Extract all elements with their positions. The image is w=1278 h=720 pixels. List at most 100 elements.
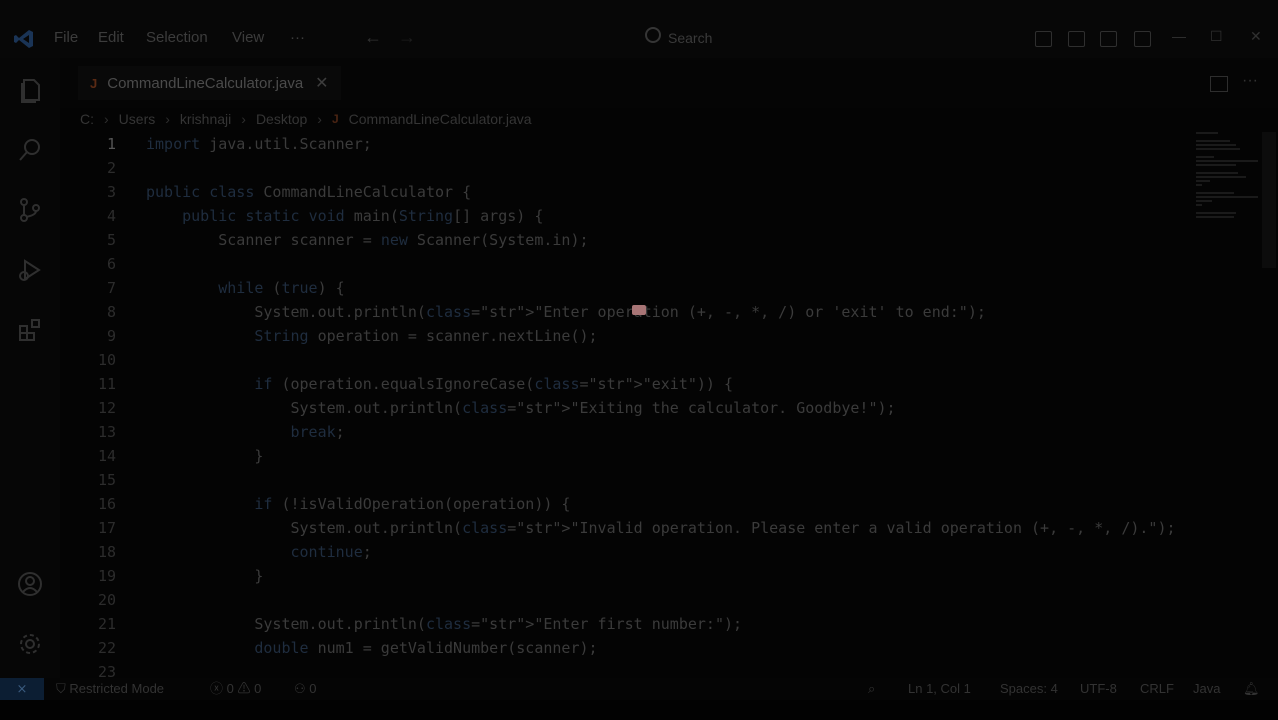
- account-icon[interactable]: [16, 570, 44, 598]
- menu-edit[interactable]: Edit: [98, 29, 124, 49]
- code-line[interactable]: 16 if (!isValidOperation(operation)) {: [60, 492, 1190, 516]
- code-text: System.out.println(class="str">"Enter op…: [146, 303, 986, 321]
- code-text: System.out.println(class="str">"Enter fi…: [146, 615, 743, 633]
- code-text: break;: [290, 423, 345, 441]
- maximize-icon[interactable]: ☐: [1210, 28, 1223, 45]
- code-line[interactable]: 12 System.out.println(class="str">"Exiti…: [60, 396, 1190, 420]
- code-line[interactable]: 4 public static void main(String[] args)…: [60, 204, 1190, 228]
- code-text: public static void main(String[] args) {: [182, 207, 544, 225]
- minimap-line: [1196, 212, 1236, 214]
- minimap-line: [1196, 180, 1210, 182]
- toggle-primary-sidebar-icon[interactable]: [1035, 31, 1052, 47]
- code-line[interactable]: 7 while (true) {: [60, 276, 1190, 300]
- minimap[interactable]: [1190, 132, 1260, 222]
- close-window-icon[interactable]: ✕: [1250, 28, 1262, 45]
- code-line[interactable]: 19 }: [60, 564, 1190, 588]
- breadcrumb-item[interactable]: Users: [119, 111, 156, 127]
- line-number: 10: [97, 351, 116, 369]
- ports-indicator[interactable]: ⚇ 0: [294, 681, 317, 697]
- code-line[interactable]: 11 if (operation.equalsIgnoreCase(class=…: [60, 372, 1190, 396]
- status-bar: ⨯ ⛉ Restricted Mode ⓧ 0 ⚠ 0 ⚇ 0 ⌕ Ln 1, …: [0, 678, 1278, 700]
- forward-arrow-icon[interactable]: →: [398, 27, 416, 48]
- settings-gear-icon[interactable]: [16, 630, 44, 658]
- run-debug-icon[interactable]: [16, 256, 44, 284]
- code-line[interactable]: 3 public class CommandLineCalculator {: [60, 180, 1190, 204]
- close-icon[interactable]: ✕: [315, 73, 328, 93]
- indentation[interactable]: Spaces: 4: [1000, 681, 1058, 697]
- source-control-icon[interactable]: [16, 196, 44, 224]
- code-line[interactable]: 18 continue;: [60, 540, 1190, 564]
- menu-more[interactable]: ···: [290, 29, 305, 49]
- more-actions-icon[interactable]: ···: [1242, 72, 1258, 90]
- warning-count: 0: [254, 681, 262, 696]
- menu-view[interactable]: View: [232, 29, 264, 49]
- error-icon: ⓧ: [210, 681, 227, 696]
- line-number: 12: [97, 399, 116, 417]
- code-text: if (operation.equalsIgnoreCase(class="st…: [254, 375, 734, 393]
- code-line[interactable]: 10: [60, 348, 1190, 372]
- extensions-icon[interactable]: [16, 316, 44, 344]
- mouse-cursor-highlight: [632, 305, 646, 315]
- code-line[interactable]: 2: [60, 156, 1190, 180]
- customize-layout-icon[interactable]: [1134, 31, 1151, 47]
- tab-commandlinecalculator[interactable]: J CommandLineCalculator.java ✕: [78, 66, 341, 100]
- line-number: 20: [97, 591, 116, 609]
- breadcrumb: C: › Users › krishnaji › Desktop › J Com…: [80, 108, 532, 130]
- code-text: public class CommandLineCalculator {: [146, 183, 472, 201]
- toggle-panel-icon[interactable]: [1068, 31, 1085, 47]
- line-number: 19: [97, 567, 116, 585]
- line-number: 14: [97, 447, 116, 465]
- remote-indicator-icon[interactable]: ⨯: [0, 678, 44, 700]
- code-text: System.out.println(class="str">"Invalid …: [146, 519, 1176, 537]
- restricted-mode-indicator[interactable]: ⛉ Restricted Mode: [56, 681, 164, 697]
- minimap-line: [1196, 176, 1246, 178]
- language-mode[interactable]: Java: [1193, 681, 1220, 697]
- minimap-line: [1196, 140, 1230, 142]
- code-line[interactable]: 15: [60, 468, 1190, 492]
- search-icon[interactable]: [16, 136, 44, 164]
- menu-file[interactable]: File: [54, 29, 78, 49]
- code-line[interactable]: 1 import java.util.Scanner;: [60, 132, 1190, 156]
- minimap-line: [1196, 204, 1202, 206]
- code-line[interactable]: 17 System.out.println(class="str">"Inval…: [60, 516, 1190, 540]
- bell-icon[interactable]: 🔔︎: [1243, 681, 1260, 697]
- line-number: 16: [97, 495, 116, 513]
- code-text: import java.util.Scanner;: [146, 135, 372, 153]
- breadcrumb-item[interactable]: CommandLineCalculator.java: [349, 111, 532, 127]
- breadcrumb-item[interactable]: Desktop: [256, 111, 307, 127]
- problems-indicator[interactable]: ⓧ 0 ⚠ 0: [210, 681, 261, 697]
- chevron-right-icon: ›: [241, 111, 246, 127]
- minimap-line: [1196, 184, 1202, 186]
- vertical-scrollbar[interactable]: [1262, 132, 1276, 268]
- code-line[interactable]: 21 System.out.println(class="str">"Enter…: [60, 612, 1190, 636]
- files-icon[interactable]: [16, 76, 44, 104]
- chevron-right-icon: ›: [165, 111, 170, 127]
- end-of-line[interactable]: CRLF: [1140, 681, 1174, 697]
- code-line[interactable]: 22 double num1 = getValidNumber(scanner)…: [60, 636, 1190, 660]
- split-editor-icon[interactable]: [1210, 76, 1228, 92]
- code-line[interactable]: 8 System.out.println(class="str">"Enter …: [60, 300, 1190, 324]
- cursor-position[interactable]: Ln 1, Col 1: [908, 681, 971, 697]
- line-number: 6: [106, 255, 116, 273]
- code-line[interactable]: 9 String operation = scanner.nextLine();: [60, 324, 1190, 348]
- code-line[interactable]: 13 break;: [60, 420, 1190, 444]
- breadcrumb-item[interactable]: C:: [80, 111, 94, 127]
- title-bar: File Edit Selection View ··· ← → Search …: [0, 0, 1278, 58]
- back-arrow-icon[interactable]: ←: [364, 27, 382, 48]
- error-count: 0: [226, 681, 234, 696]
- code-editor[interactable]: 1 import java.util.Scanner; 2 3 public class…: [60, 132, 1260, 678]
- code-line[interactable]: 6: [60, 252, 1190, 276]
- line-number: 15: [97, 471, 116, 489]
- code-line[interactable]: 20: [60, 588, 1190, 612]
- zoom-icon[interactable]: ⌕: [868, 681, 875, 697]
- minimap-line: [1196, 132, 1218, 134]
- minimize-icon[interactable]: —: [1172, 28, 1186, 44]
- breadcrumb-item[interactable]: krishnaji: [180, 111, 231, 127]
- toggle-secondary-sidebar-icon[interactable]: [1100, 31, 1117, 47]
- encoding[interactable]: UTF-8: [1080, 681, 1117, 697]
- menu-selection[interactable]: Selection: [146, 29, 208, 49]
- code-line[interactable]: 5 Scanner scanner = new Scanner(System.i…: [60, 228, 1190, 252]
- code-line[interactable]: 23: [60, 660, 1190, 678]
- code-line[interactable]: 14 }: [60, 444, 1190, 468]
- editor-tab-bar: J CommandLineCalculator.java ✕ ···: [60, 58, 1278, 108]
